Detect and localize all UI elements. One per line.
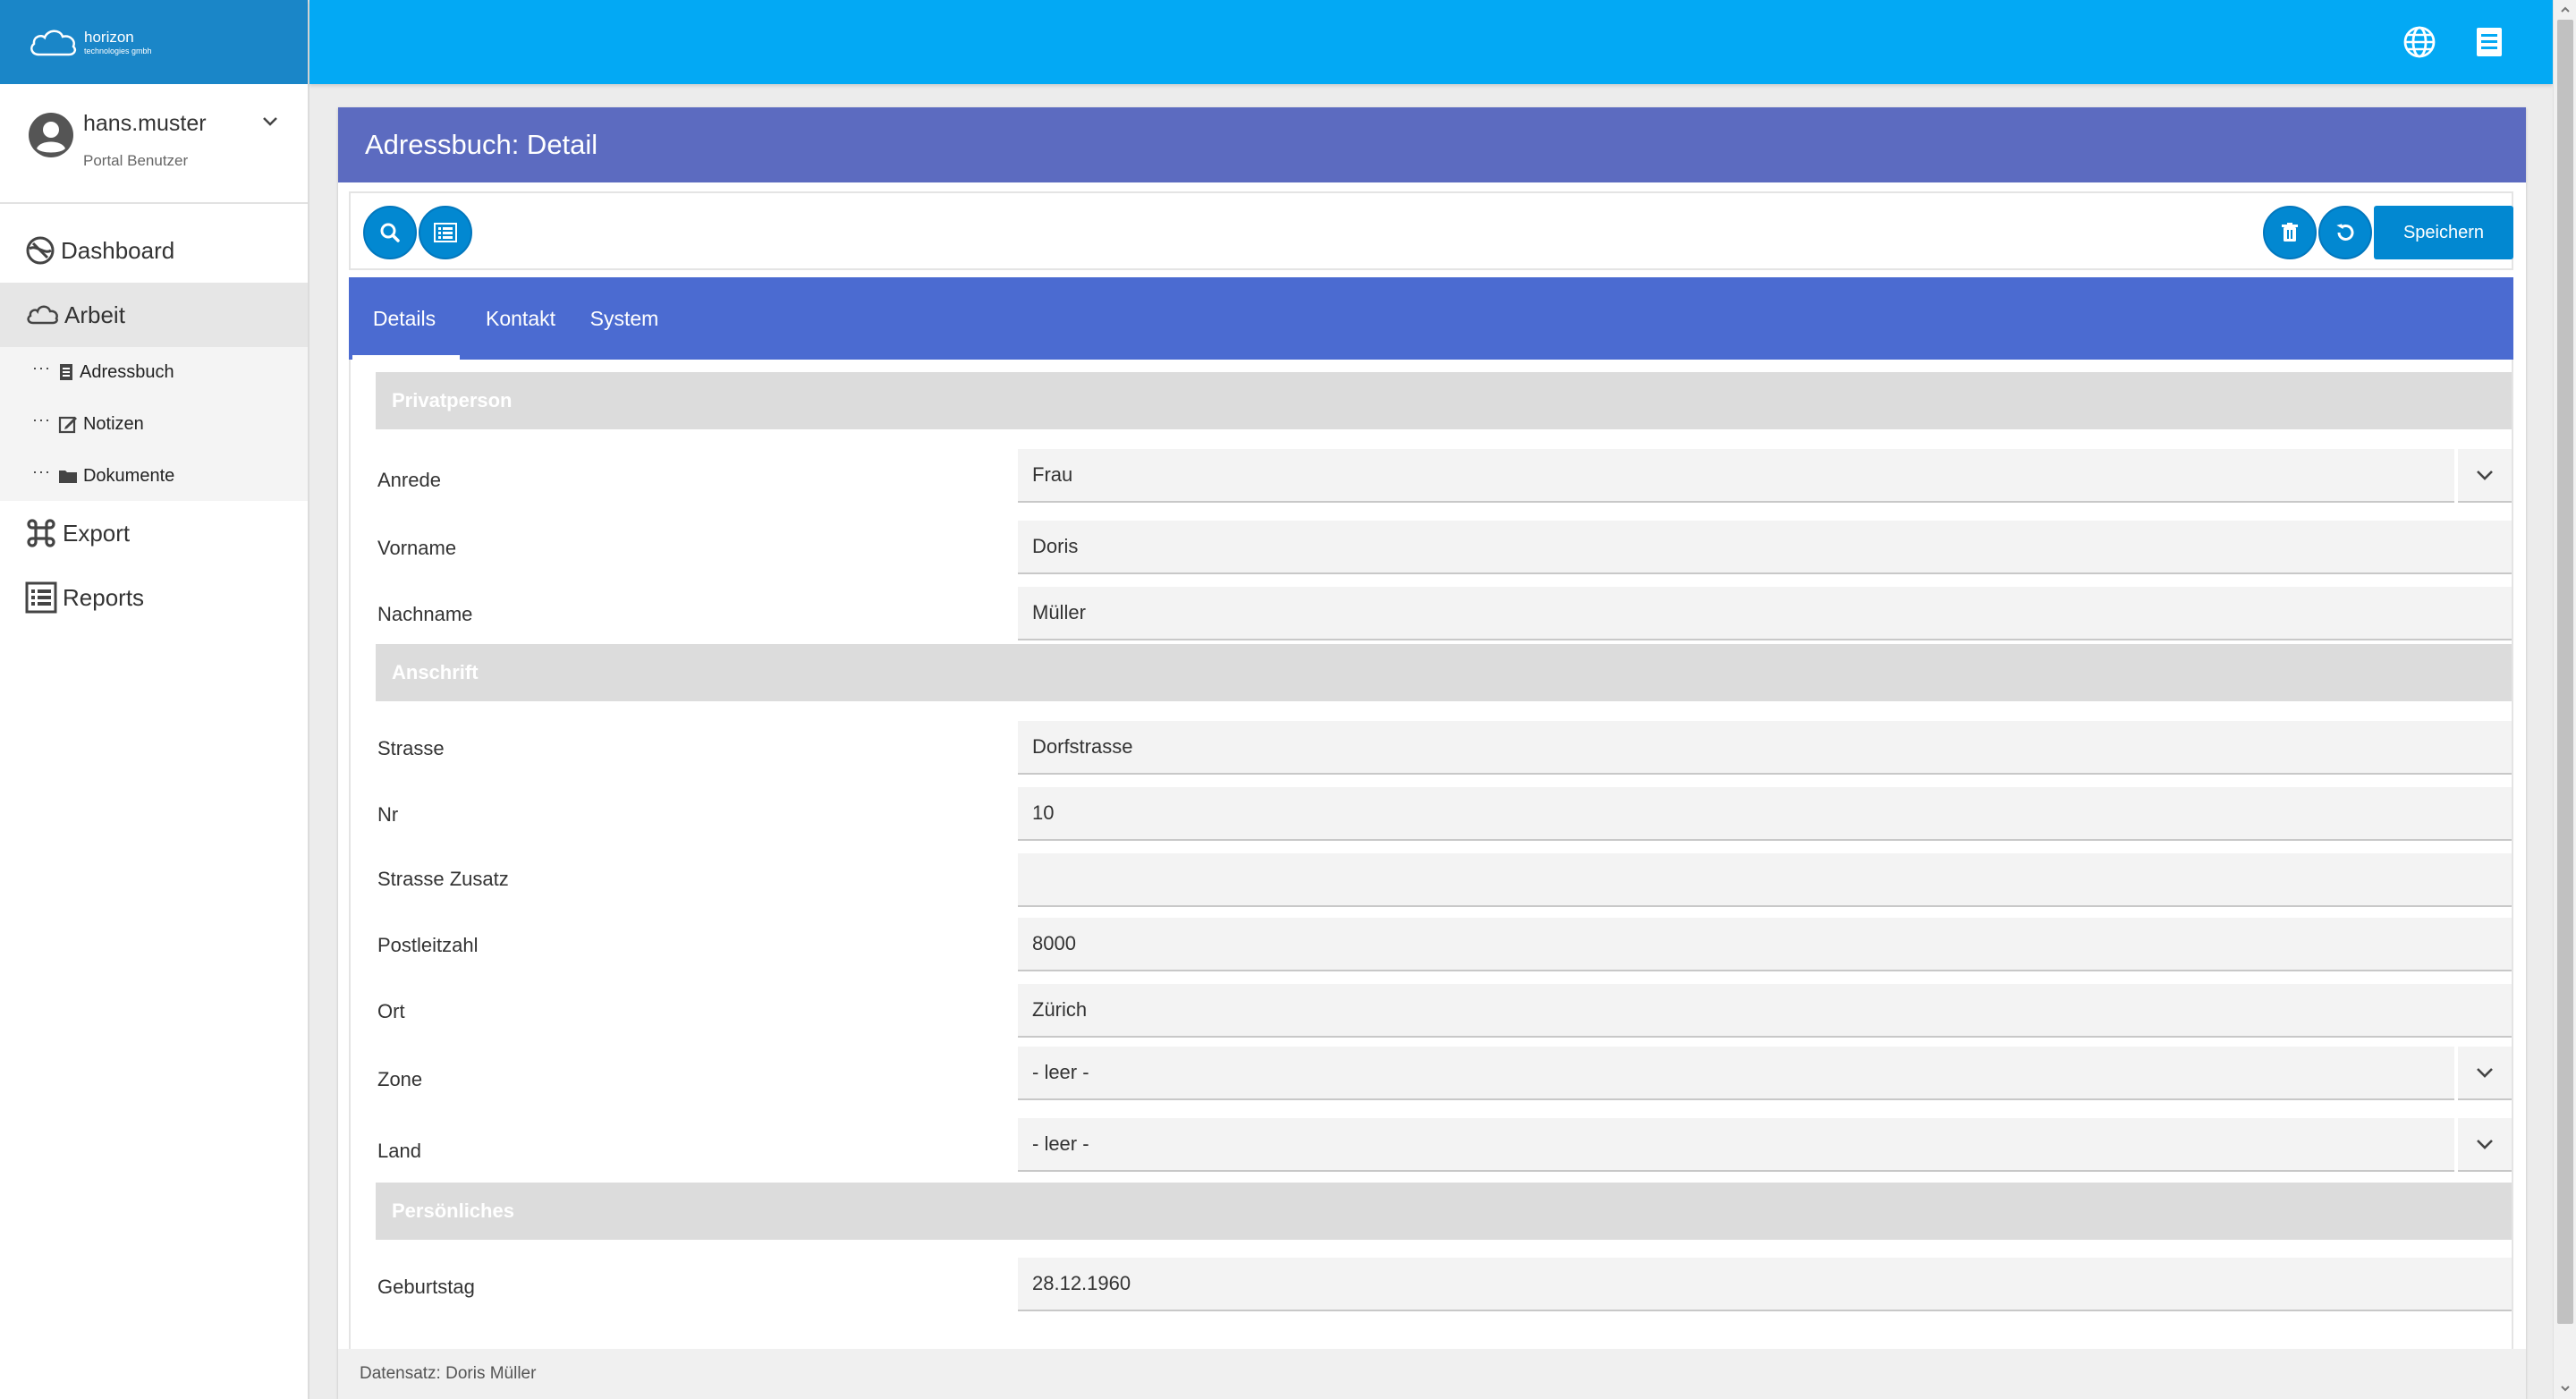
detail-panel: Adressbuch: Detail Speichern Details Kon… <box>338 107 2526 1399</box>
label-nr: Nr <box>377 803 399 826</box>
vorname-input[interactable]: Doris <box>1018 521 2512 574</box>
geburtstag-input[interactable]: 28.12.1960 <box>1018 1258 2512 1311</box>
zone-value: - leer - <box>1018 1047 2454 1100</box>
chevron-down-icon <box>2477 1140 2493 1149</box>
scrollbar-thumb[interactable] <box>2557 20 2573 1324</box>
nav-arbeit-submenu: ··· Adressbuch ··· Notizen ··· Dokumente <box>0 347 308 501</box>
ort-input[interactable]: Zürich <box>1018 984 2512 1038</box>
anrede-value: Frau <box>1018 449 2454 503</box>
undo-button[interactable] <box>2318 206 2372 259</box>
nav-dokumente-label: Dokumente <box>82 465 175 486</box>
chevron-down-icon <box>2477 1068 2493 1078</box>
topbar <box>309 0 2553 84</box>
globe-icon[interactable] <box>2402 25 2436 59</box>
zone-dropdown[interactable] <box>2458 1047 2512 1100</box>
nav-adressbuch-label: Adressbuch <box>79 361 174 382</box>
nav-dashboard-label: Dashboard <box>61 236 175 264</box>
chevron-down-icon[interactable] <box>259 111 281 132</box>
tab-details[interactable]: Details <box>349 277 460 360</box>
nav-dokumente[interactable]: ··· Dokumente <box>32 458 174 494</box>
nav-adressbuch[interactable]: ··· Adressbuch <box>32 354 174 390</box>
nav-export-label: Export <box>63 519 131 547</box>
label-strasse: Strasse <box>377 737 445 759</box>
land-select[interactable]: - leer - <box>1018 1118 2512 1172</box>
record-footer: Datensatz: Doris Müller <box>338 1349 2526 1399</box>
tab-bar: Details Kontakt System <box>349 277 2513 360</box>
toolbar: Speichern <box>349 191 2513 270</box>
user-role: Portal Benutzer <box>83 152 189 169</box>
cloud-icon <box>27 305 58 325</box>
nav-notizen[interactable]: ··· Notizen <box>32 406 144 442</box>
logo[interactable]: horizon technologies gmbh <box>0 0 308 84</box>
nav-reports-label: Reports <box>63 583 145 611</box>
page-scrollbar[interactable] <box>2553 0 2576 1399</box>
nav-arbeit-label: Arbeit <box>64 301 125 328</box>
nav-notizen-label: Notizen <box>82 413 144 434</box>
zone-select[interactable]: - leer - <box>1018 1047 2512 1100</box>
edit-icon <box>58 416 77 434</box>
scroll-down-icon[interactable] <box>2560 1383 2571 1394</box>
notes-icon[interactable] <box>2472 25 2506 59</box>
save-button[interactable]: Speichern <box>2374 206 2513 259</box>
list-icon <box>434 223 457 242</box>
delete-button[interactable] <box>2263 206 2317 259</box>
label-nachname: Nachname <box>377 603 473 625</box>
list-button[interactable] <box>419 206 472 259</box>
land-value: - leer - <box>1018 1118 2454 1172</box>
logo-title: horizon <box>84 28 134 46</box>
scroll-up-icon[interactable] <box>2560 4 2571 15</box>
search-button[interactable] <box>363 206 417 259</box>
nr-input[interactable]: 10 <box>1018 787 2512 841</box>
strasse-input[interactable]: Dorfstrasse <box>1018 721 2512 775</box>
logo-subtitle: technologies gmbh <box>84 46 152 55</box>
list-icon <box>25 581 57 614</box>
tab-kontakt[interactable]: Kontakt <box>470 277 571 360</box>
search-icon <box>380 223 400 242</box>
label-strasse-zusatz: Strasse Zusatz <box>377 868 509 890</box>
postleitzahl-input[interactable]: 8000 <box>1018 918 2512 971</box>
cloud-logo-icon <box>30 30 77 56</box>
anrede-dropdown[interactable] <box>2458 449 2512 503</box>
section-persoenliches: Persönliches <box>376 1183 2512 1240</box>
nachname-input[interactable]: Müller <box>1018 587 2512 640</box>
strasse-zusatz-input[interactable] <box>1018 853 2512 907</box>
label-postleitzahl: Postleitzahl <box>377 934 479 956</box>
sidebar: horizon technologies gmbh hans.muster Po… <box>0 0 309 1399</box>
land-dropdown[interactable] <box>2458 1118 2512 1172</box>
nav-reports[interactable]: Reports <box>0 565 308 630</box>
tab-system[interactable]: System <box>578 277 671 360</box>
account-circle-icon <box>29 113 73 157</box>
dashboard-icon <box>26 236 55 265</box>
folder-icon <box>58 471 77 483</box>
nav-dashboard[interactable]: Dashboard <box>0 218 308 283</box>
section-anschrift: Anschrift <box>376 644 2512 701</box>
undo-icon <box>2336 224 2354 241</box>
trash-icon <box>2282 223 2298 242</box>
label-geburtstag: Geburtstag <box>377 1276 475 1298</box>
label-land: Land <box>377 1140 421 1162</box>
user-name: hans.muster <box>83 111 207 136</box>
nav-export[interactable]: Export <box>0 501 308 565</box>
chevron-down-icon <box>2477 471 2493 480</box>
command-icon <box>27 519 55 547</box>
label-vorname: Vorname <box>377 537 457 559</box>
section-privatperson: Privatperson <box>376 372 2512 429</box>
details-form: Privatperson Anrede Frau Vorname Doris N… <box>349 360 2513 1399</box>
divider <box>0 202 308 204</box>
label-anrede: Anrede <box>377 469 441 491</box>
nav-arbeit[interactable]: Arbeit <box>0 283 308 347</box>
anrede-select[interactable]: Frau <box>1018 449 2512 503</box>
book-icon <box>59 364 72 380</box>
label-zone: Zone <box>377 1068 423 1090</box>
label-ort: Ort <box>377 1000 405 1022</box>
panel-title: Adressbuch: Detail <box>338 107 2526 182</box>
